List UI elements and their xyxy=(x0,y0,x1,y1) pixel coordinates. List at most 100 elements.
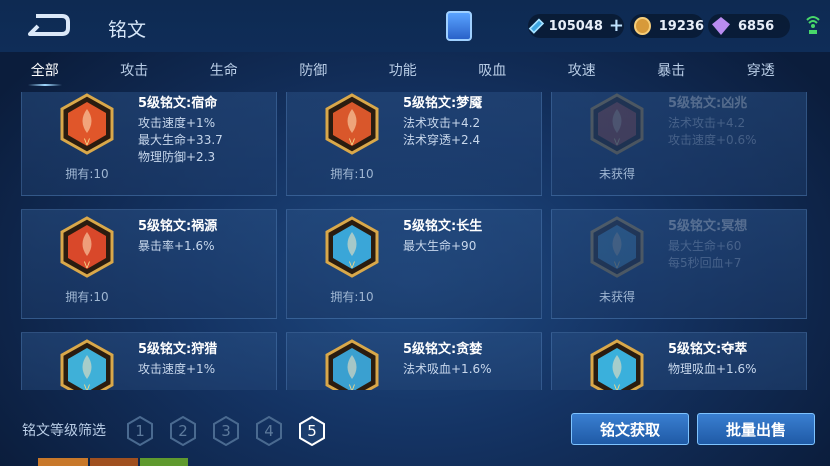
page-title: 铭文 xyxy=(108,19,147,41)
obtain-inscription-button[interactable]: 铭文获取 xyxy=(571,413,689,445)
inscription-attribute: 法术吸血+1.6% xyxy=(403,362,492,376)
svg-text:V: V xyxy=(614,261,621,271)
inscription-owned-count: 未获得 xyxy=(598,290,635,304)
inscription-attribute: 最大生命+90 xyxy=(403,239,477,253)
tab-defense[interactable]: 防御 xyxy=(269,54,359,88)
level-filter-2-button[interactable]: 2 xyxy=(169,416,197,446)
inscription-attribute: 最大生命+60 xyxy=(668,239,742,253)
level-filter-3-button[interactable]: 3 xyxy=(212,416,240,446)
svg-text:V: V xyxy=(84,261,91,271)
inscription-attribute: 法术穿透+2.4 xyxy=(403,133,481,147)
gem-value: 6856 xyxy=(738,18,775,34)
taskbar-app-icon[interactable] xyxy=(38,458,88,466)
inscription-name: 5级铭文:宿命 xyxy=(138,96,218,111)
tab-attack[interactable]: 攻击 xyxy=(90,54,180,88)
level-number: 1 xyxy=(135,422,145,440)
back-arrow-icon[interactable] xyxy=(22,12,72,38)
inscription-owned-count: 拥有:10 xyxy=(330,290,374,304)
inscription-emblem-icon: V xyxy=(588,339,646,390)
inscription-name: 5级铭文:梦魇 xyxy=(403,96,483,111)
level-filter-1-button[interactable]: 1 xyxy=(126,416,154,446)
gold-value: 19236 xyxy=(658,18,704,34)
tab-utility[interactable]: 功能 xyxy=(358,54,448,88)
taskbar xyxy=(0,458,830,466)
tab-attack-speed[interactable]: 攻速 xyxy=(537,54,627,88)
inscription-attribute: 法术攻击+4.2 xyxy=(668,116,746,130)
svg-text:V: V xyxy=(349,384,356,390)
inscription-owned-count: 拥有:10 xyxy=(65,290,109,304)
inscription-emblem-icon: V xyxy=(58,216,116,278)
inscription-emblem-icon: V xyxy=(323,216,381,278)
level-filter-5-button[interactable]: 5 xyxy=(298,416,326,446)
inscription-card[interactable]: V 5级铭文:宿命 攻击速度+1% 最大生命+33.7 物理防御+2.3 拥有:10 xyxy=(21,92,277,196)
inscription-grid: V 5级铭文:宿命 攻击速度+1% 最大生命+33.7 物理防御+2.3 拥有:10 V 5级… xyxy=(21,92,807,390)
inscription-name: 5级铭文:夺萃 xyxy=(668,342,748,357)
inscription-owned-count: 拥有:10 xyxy=(330,167,374,181)
inscription-name: 5级铭文:祸源 xyxy=(138,219,218,234)
inscription-card[interactable]: V 5级铭文:梦魇 法术攻击+4.2 法术穿透+2.4 拥有:10 xyxy=(286,92,542,196)
inscription-name: 5级铭文:凶兆 xyxy=(668,96,748,111)
inscription-card[interactable]: V 5级铭文:狩猎 攻击速度+1% xyxy=(21,332,277,390)
inscription-card[interactable]: V 5级铭文:夺萃 物理吸血+1.6% xyxy=(551,332,807,390)
inscription-owned-count: 未获得 xyxy=(598,167,635,181)
tab-critical[interactable]: 暴击 xyxy=(627,54,717,88)
svg-text:V: V xyxy=(349,138,356,148)
svg-text:V: V xyxy=(614,138,621,148)
gem-icon xyxy=(712,17,730,35)
inscription-emblem-icon: V xyxy=(588,216,646,278)
inscription-name: 5级铭文:狩猎 xyxy=(138,342,218,357)
level-number: 4 xyxy=(264,422,274,440)
ticket-balance: 105048 + xyxy=(528,14,624,38)
bottom-bar: 铭文等级筛选 1 2 3 4 5 铭文获取 批量出售 xyxy=(0,392,830,466)
level-number: 2 xyxy=(178,422,188,440)
level-number: 3 xyxy=(221,422,231,440)
tab-lifesteal[interactable]: 吸血 xyxy=(448,54,538,88)
inscription-card[interactable]: V 5级铭文:祸源 暴击率+1.6% 拥有:10 xyxy=(21,209,277,319)
inscription-emblem-icon: V xyxy=(323,93,381,155)
inscription-attribute: 攻击速度+1% xyxy=(138,362,216,376)
inscription-attribute: 最大生命+33.7 xyxy=(138,133,223,147)
inscription-emblem-icon: V xyxy=(58,93,116,155)
inscription-card[interactable]: V 5级铭文:冥想 最大生命+60 每5秒回血+7 未获得 xyxy=(551,209,807,319)
inscription-name: 5级铭文:贪婪 xyxy=(403,342,483,357)
hero-card-icon[interactable] xyxy=(446,11,472,41)
inscription-attribute: 法术攻击+4.2 xyxy=(403,116,481,130)
category-tabs: 全部 攻击 生命 防御 功能 吸血 攻速 暴击 穿透 xyxy=(0,54,830,88)
inscription-attribute: 暴击率+1.6% xyxy=(138,239,215,253)
taskbar-app-icon[interactable] xyxy=(90,458,138,466)
inscription-attribute: 物理防御+2.3 xyxy=(138,150,216,164)
inscription-owned-count: 拥有:10 xyxy=(65,167,109,181)
gem-balance: 6856 xyxy=(708,14,790,38)
wifi-icon xyxy=(806,14,820,36)
bulk-sell-button[interactable]: 批量出售 xyxy=(697,413,815,445)
inscription-emblem-icon: V xyxy=(58,339,116,390)
inscription-attribute: 攻击速度+1% xyxy=(138,116,216,130)
inscription-card[interactable]: V 5级铭文:贪婪 法术吸血+1.6% xyxy=(286,332,542,390)
taskbar-app-icon[interactable] xyxy=(140,458,188,466)
tab-all[interactable]: 全部 xyxy=(0,54,90,88)
gold-coin-icon xyxy=(634,17,651,35)
inscription-card[interactable]: V 5级铭文:长生 最大生命+90 拥有:10 xyxy=(286,209,542,319)
inscription-emblem-icon: V xyxy=(323,339,381,390)
inscription-attribute: 物理吸血+1.6% xyxy=(668,362,757,376)
inscription-card[interactable]: V 5级铭文:凶兆 法术攻击+4.2 攻击速度+0.6% 未获得 xyxy=(551,92,807,196)
level-number: 5 xyxy=(307,422,317,440)
inscription-name: 5级铭文:长生 xyxy=(403,219,483,234)
tab-penetration[interactable]: 穿透 xyxy=(716,54,806,88)
tab-health[interactable]: 生命 xyxy=(179,54,269,88)
inscription-name: 5级铭文:冥想 xyxy=(668,219,748,234)
svg-text:V: V xyxy=(614,384,621,390)
svg-text:V: V xyxy=(84,384,91,390)
gold-balance: 19236 xyxy=(630,14,704,38)
inscription-attribute: 攻击速度+0.6% xyxy=(668,133,757,147)
top-bar: 铭文 105048 + 19236 6856 xyxy=(0,0,830,52)
svg-text:V: V xyxy=(349,261,356,271)
level-filter-4-button[interactable]: 4 xyxy=(255,416,283,446)
inscription-emblem-icon: V xyxy=(588,93,646,155)
svg-text:V: V xyxy=(84,138,91,148)
level-filter-label: 铭文等级筛选 xyxy=(22,423,106,439)
add-ticket-button[interactable]: + xyxy=(609,17,624,35)
ticket-value: 105048 xyxy=(548,18,603,34)
inscription-attribute: 每5秒回血+7 xyxy=(668,256,742,270)
ticket-icon xyxy=(528,18,544,34)
